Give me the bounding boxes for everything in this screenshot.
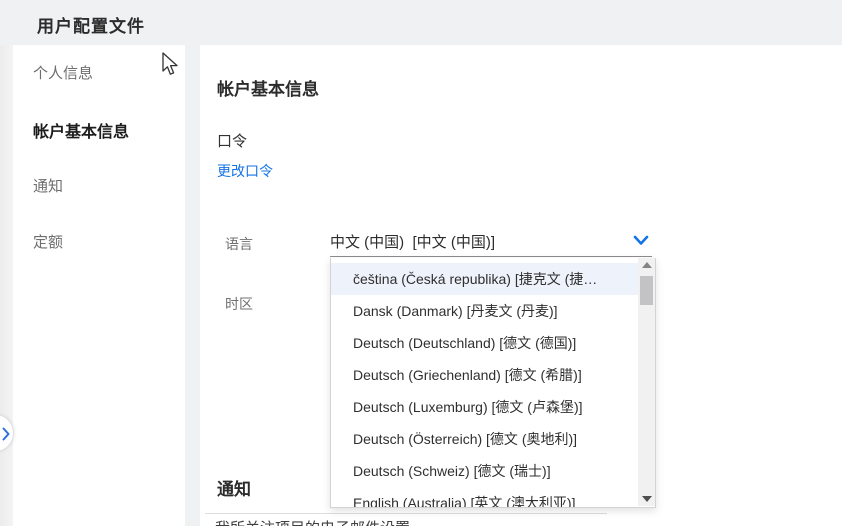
chevron-right-icon (2, 427, 10, 441)
timezone-label: 时区 (225, 296, 253, 312)
language-option[interactable]: Dansk (Danmark) [丹麦文 (丹麦)] (331, 295, 655, 327)
sidebar-item-notifications[interactable]: 通知 (33, 175, 63, 195)
sidebar-item-quota[interactable]: 定额 (33, 231, 63, 251)
section-title: 帐户基本信息 (217, 80, 319, 99)
language-option[interactable]: Deutsch (Schweiz) [德文 (瑞士)] (331, 455, 655, 487)
scrollbar-thumb[interactable] (640, 276, 653, 305)
language-label: 语言 (225, 236, 253, 252)
collapsed-nav-rail (0, 45, 13, 526)
page-header: 用户配置文件 (0, 0, 842, 45)
chevron-down-icon (633, 235, 649, 245)
scroll-up-icon[interactable] (642, 262, 652, 268)
language-option[interactable]: Deutsch (Luxemburg) [德文 (卢森堡)] (331, 391, 655, 423)
sidebar-divider (185, 45, 200, 526)
language-option[interactable]: Deutsch (Griechenland) [德文 (希腊)] (331, 359, 655, 391)
language-option[interactable]: Deutsch (Österreich) [德文 (奥地利)] (331, 423, 655, 455)
notifications-divider (205, 513, 607, 514)
language-option[interactable]: English (Australia) [英文 (澳大利亚)] (331, 487, 655, 507)
user-profile-page: 用户配置文件 个人信息 帐户基本信息 通知 定额 帐户基本信息 口令 更改口令 … (0, 0, 842, 526)
password-label: 口令 (217, 133, 248, 150)
notifications-description: 我所关注项目的电子邮件设置 (215, 517, 410, 526)
change-password-link[interactable]: 更改口令 (217, 161, 273, 181)
sidebar-item-personal-info[interactable]: 个人信息 (33, 62, 93, 82)
mouse-cursor (162, 52, 178, 75)
dropdown-scrollbar[interactable] (638, 258, 655, 506)
sidebar-item-account-info[interactable]: 帐户基本信息 (33, 118, 129, 141)
language-option[interactable]: Deutsch (Deutschland) [德文 (德国)] (331, 327, 655, 359)
scroll-down-icon[interactable] (642, 496, 652, 502)
account-info-panel: 帐户基本信息 口令 更改口令 语言 中文 (中国) [中文 (中国)] 时区 č… (200, 45, 842, 526)
language-dropdown: čeština (Česká republika) [捷克文 (捷… Dansk… (330, 258, 656, 508)
notifications-title: 通知 (217, 480, 251, 499)
language-select-value: 中文 (中国) [中文 (中国)] (330, 234, 495, 251)
settings-sidebar: 个人信息 帐户基本信息 通知 定额 (13, 45, 185, 526)
language-select[interactable]: 中文 (中国) [中文 (中国)] (330, 226, 652, 257)
language-option-list: čeština (Česká republika) [捷克文 (捷… Dansk… (331, 263, 655, 507)
language-option[interactable]: čeština (Česká republika) [捷克文 (捷… (331, 263, 655, 295)
page-title: 用户配置文件 (37, 17, 145, 36)
